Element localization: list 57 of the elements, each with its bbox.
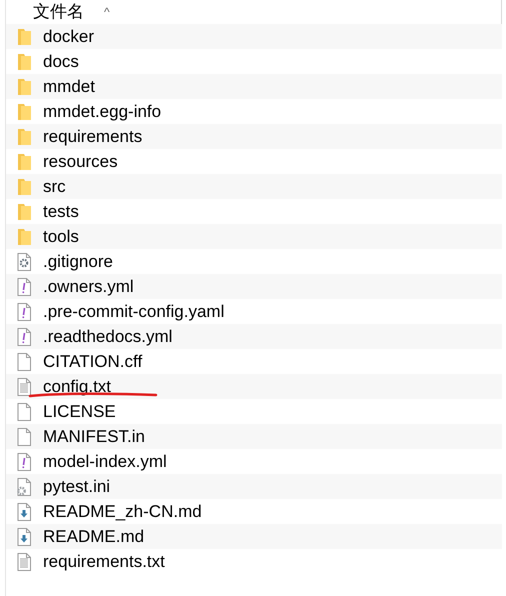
file-name: mmdet.egg-info (43, 103, 162, 120)
gear-file-icon (17, 252, 32, 270)
text-file-icon (17, 378, 32, 396)
folder-icon (17, 128, 32, 146)
text-file-icon (17, 552, 32, 570)
file-row[interactable]: pytest.ini (6, 474, 502, 499)
folder-icon (17, 202, 32, 220)
blank-file-icon (17, 428, 32, 446)
file-row[interactable]: mmdet (6, 74, 502, 99)
file-name: .readthedocs.yml (43, 328, 172, 345)
blank-file-icon (17, 352, 32, 370)
file-name: src (43, 178, 66, 195)
exclamation-file-icon (17, 302, 32, 320)
column-header[interactable]: 文件名 (33, 0, 84, 25)
file-row[interactable]: README.md (6, 524, 502, 549)
file-name: tools (43, 228, 79, 245)
folder-icon (17, 52, 32, 70)
file-row[interactable]: .readthedocs.yml (6, 324, 502, 349)
folder-icon (17, 178, 32, 196)
folder-icon (17, 102, 32, 120)
folder-icon (17, 228, 32, 246)
file-name: config.txt (43, 378, 112, 395)
file-name: requirements (43, 128, 142, 145)
down-arrow-file-icon (17, 528, 32, 546)
file-row[interactable]: tools (6, 224, 502, 249)
file-name: docker (43, 28, 94, 45)
exclamation-file-icon (17, 278, 32, 296)
file-row[interactable]: MANIFEST.in (6, 424, 502, 449)
folder-icon (17, 78, 32, 96)
file-name: requirements.txt (43, 553, 165, 570)
file-name: model-index.yml (43, 453, 167, 470)
file-name: MANIFEST.in (43, 428, 146, 445)
file-name: .gitignore (43, 253, 113, 270)
file-name: pytest.ini (43, 478, 110, 495)
file-name: resources (43, 153, 118, 170)
exclamation-file-icon (17, 452, 32, 470)
gear-file-icon (17, 478, 32, 496)
file-name: CITATION.cff (43, 353, 142, 370)
sort-caret[interactable]: ^ (104, 3, 110, 21)
file-name: tests (43, 203, 79, 220)
folder-icon (17, 28, 32, 46)
file-name: README.md (43, 528, 144, 545)
file-name: .owners.yml (43, 278, 134, 295)
file-row[interactable]: docker (6, 24, 502, 49)
down-arrow-file-icon (17, 502, 32, 520)
blank-file-icon (17, 402, 32, 420)
file-row[interactable]: .owners.yml (6, 274, 502, 299)
file-row[interactable]: requirements (6, 124, 502, 149)
file-row[interactable]: src (6, 174, 502, 199)
exclamation-file-icon (17, 328, 32, 346)
file-name: docs (43, 53, 79, 70)
file-name: LICENSE (43, 403, 116, 420)
folder-icon (17, 152, 32, 170)
file-name: .pre-commit-config.yaml (43, 303, 224, 320)
file-name: mmdet (43, 78, 95, 95)
file-name: README_zh-CN.md (43, 503, 202, 520)
file-row[interactable]: config.txt (6, 374, 502, 399)
